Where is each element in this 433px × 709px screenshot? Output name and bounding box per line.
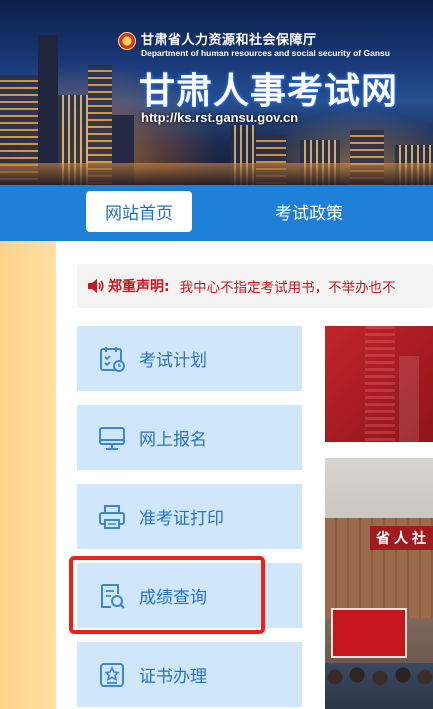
- meeting-screen: [331, 608, 407, 658]
- nav-item-home[interactable]: 网站首页: [86, 191, 192, 232]
- highlight-annotation: [69, 556, 265, 634]
- department-name-cn: 甘肃省人力资源和社会保障厅: [141, 33, 317, 48]
- printer-icon: [99, 504, 125, 529]
- menu-item-label: 网上报名: [139, 430, 207, 450]
- news-image-top[interactable]: [325, 326, 433, 442]
- menu-item-label: 准考证打印: [139, 509, 224, 529]
- department-name-en: Department of human resources and social…: [141, 48, 390, 58]
- menu-item-online-registration[interactable]: 网上报名: [77, 405, 302, 470]
- nav-item-exam-policy[interactable]: 考试政策: [254, 191, 364, 232]
- certificate-icon: [100, 662, 124, 687]
- notice-bar[interactable]: 郑重声明: 我中心不指定考试用书，不举办也不: [77, 264, 433, 308]
- menu-item-label: 考试计划: [139, 351, 207, 371]
- monitor-icon: [99, 426, 125, 450]
- notice-label: 郑重声明:: [108, 279, 170, 295]
- left-decoration-strip: [0, 241, 56, 709]
- menu-item-exam-plan[interactable]: 考试计划: [77, 326, 302, 391]
- site-url: http://ks.rst.gansu.gov.cn: [141, 110, 299, 125]
- header-banner: 甘肃省人力资源和社会保障厅 Department of human resour…: [0, 0, 433, 185]
- news-image-meeting[interactable]: 省人社: [325, 458, 433, 709]
- speaker-icon: [88, 279, 104, 293]
- site-title: 甘肃人事考试网: [139, 71, 399, 112]
- meeting-banner-text: 省人社: [370, 526, 433, 550]
- main-nav: 网站首页 考试政策: [0, 185, 433, 241]
- menu-item-certificate[interactable]: 证书办理: [77, 642, 302, 707]
- menu-item-label: 证书办理: [139, 667, 207, 687]
- emblem-icon: [118, 32, 136, 50]
- notice-text: 我中心不指定考试用书，不举办也不: [179, 280, 396, 296]
- menu-item-admission-ticket-print[interactable]: 准考证打印: [77, 484, 302, 549]
- calendar-check-icon: [100, 346, 125, 372]
